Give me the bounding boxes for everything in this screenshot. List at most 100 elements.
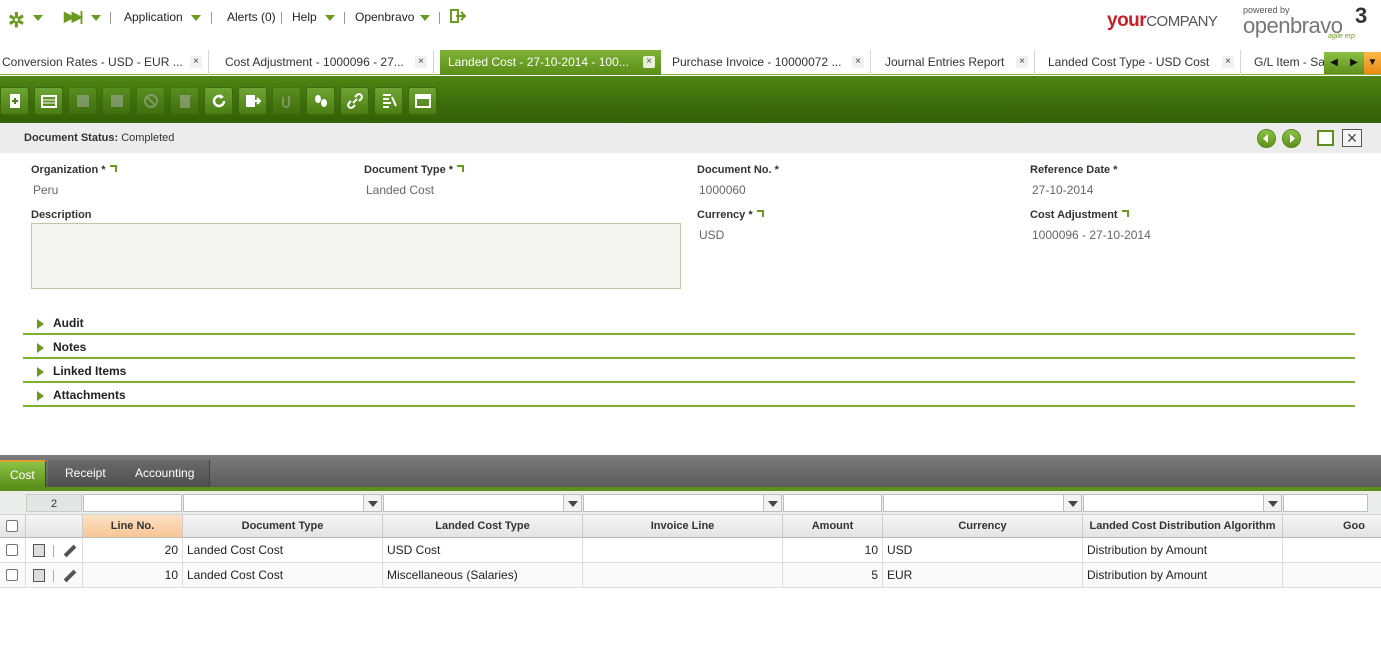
link-arrow-icon[interactable] bbox=[457, 165, 465, 172]
new-document-button[interactable] bbox=[0, 87, 29, 115]
tab-accounting[interactable]: Accounting bbox=[120, 460, 211, 487]
application-menu[interactable]: Application bbox=[124, 10, 183, 24]
organization-value: Peru bbox=[33, 183, 59, 197]
undo-button[interactable] bbox=[136, 87, 165, 115]
close-icon[interactable]: × bbox=[852, 56, 864, 68]
tab-cost[interactable]: Cost bbox=[0, 460, 46, 487]
attach-button[interactable] bbox=[272, 87, 301, 115]
section-notes[interactable]: Notes bbox=[23, 335, 1355, 359]
table-row[interactable]: 10 Landed Cost Cost Miscellaneous (Salar… bbox=[0, 563, 1381, 588]
tab-landed-cost[interactable]: Landed Cost - 27-10-2014 - 100... × bbox=[440, 50, 661, 75]
header-actions bbox=[25, 515, 83, 537]
expand-arrow-icon bbox=[37, 367, 44, 377]
tabs-menu-button[interactable]: ▼ bbox=[1364, 52, 1381, 74]
new-row-button[interactable] bbox=[34, 87, 63, 115]
column-header-invoice-line[interactable]: Invoice Line bbox=[583, 515, 783, 537]
tab-label: G/L Item - Sa bbox=[1254, 55, 1325, 69]
close-icon[interactable]: × bbox=[1222, 56, 1234, 68]
save-button[interactable] bbox=[68, 87, 97, 115]
tab-journal-entries-report[interactable]: Journal Entries Report × bbox=[881, 50, 1035, 75]
close-icon[interactable]: × bbox=[415, 56, 427, 68]
filter-goods[interactable] bbox=[1283, 494, 1368, 512]
column-header-landed-cost-type[interactable]: Landed Cost Type bbox=[383, 515, 583, 537]
grid-view-toggle-button[interactable] bbox=[408, 87, 437, 115]
save-close-button[interactable] bbox=[102, 87, 131, 115]
logout-icon[interactable] bbox=[450, 9, 467, 23]
filter-landed-cost-type[interactable] bbox=[383, 494, 582, 512]
quick-launch-dropdown-icon[interactable] bbox=[91, 15, 101, 21]
chevron-down-icon[interactable] bbox=[763, 495, 781, 511]
chevron-down-icon[interactable] bbox=[1263, 495, 1281, 511]
top-navigation-bar: ✲ ▶▶| Application Alerts (0) Help Openbr… bbox=[0, 0, 1381, 50]
delete-button[interactable] bbox=[170, 87, 199, 115]
tab-gl-item[interactable]: G/L Item - Sa bbox=[1250, 50, 1326, 75]
link-button[interactable] bbox=[340, 87, 369, 115]
description-field[interactable] bbox=[31, 223, 681, 289]
filter-algorithm[interactable] bbox=[1083, 494, 1282, 512]
tab-landed-cost-type[interactable]: Landed Cost Type - USD Cost × bbox=[1044, 50, 1241, 75]
select-all-checkbox[interactable] bbox=[6, 520, 18, 532]
column-header-currency[interactable]: Currency bbox=[883, 515, 1083, 537]
cost-adjustment-label: Cost Adjustment bbox=[1030, 209, 1129, 221]
filter-line-no[interactable] bbox=[83, 494, 182, 512]
next-record-button[interactable] bbox=[1282, 129, 1301, 148]
window-tabs-bar: Conversion Rates - USD - EUR ... × Cost … bbox=[0, 50, 1381, 75]
filter-amount[interactable] bbox=[783, 494, 882, 512]
close-icon[interactable]: × bbox=[190, 56, 202, 68]
section-attachments[interactable]: Attachments bbox=[23, 383, 1355, 407]
column-header-document-type[interactable]: Document Type bbox=[183, 515, 383, 537]
help-dropdown-icon[interactable] bbox=[325, 15, 335, 21]
close-icon[interactable]: × bbox=[643, 56, 655, 68]
row-checkbox[interactable] bbox=[6, 569, 18, 581]
user-dropdown-icon[interactable] bbox=[420, 15, 430, 21]
application-dropdown-icon[interactable] bbox=[191, 15, 201, 21]
cell-line-no: 20 bbox=[83, 538, 183, 562]
close-icon[interactable]: × bbox=[1342, 129, 1362, 147]
tab-label: Cost Adjustment - 1000096 - 27... bbox=[225, 55, 404, 69]
alerts-link[interactable]: Alerts (0) bbox=[227, 10, 276, 24]
filter-document-type[interactable] bbox=[183, 494, 382, 512]
divider bbox=[439, 12, 440, 24]
column-header-goods[interactable]: Goo bbox=[1283, 515, 1381, 537]
document-no-label: Document No. * bbox=[697, 164, 779, 176]
maximize-icon[interactable] bbox=[1317, 130, 1334, 146]
link-arrow-icon[interactable] bbox=[756, 210, 764, 217]
tabs-scroll-right-button[interactable]: ▶ bbox=[1344, 52, 1364, 74]
close-icon[interactable]: × bbox=[1016, 56, 1028, 68]
section-audit[interactable]: Audit bbox=[23, 311, 1355, 335]
chevron-down-icon[interactable] bbox=[363, 495, 381, 511]
company-logo: yourCOMPANY bbox=[1107, 10, 1218, 31]
tab-purchase-invoice[interactable]: Purchase Invoice - 10000072 ... × bbox=[668, 50, 871, 75]
audit-trail-button[interactable] bbox=[306, 87, 335, 115]
filter-invoice-line[interactable] bbox=[583, 494, 782, 512]
column-header-algorithm[interactable]: Landed Cost Distribution Algorithm bbox=[1083, 515, 1283, 537]
cell-actions bbox=[25, 538, 83, 562]
help-menu[interactable]: Help bbox=[292, 10, 317, 24]
link-arrow-icon[interactable] bbox=[1121, 210, 1129, 217]
expand-arrow-icon bbox=[37, 343, 44, 353]
chevron-down-icon[interactable] bbox=[563, 495, 581, 511]
tabs-scroll-left-button[interactable]: ◀ bbox=[1324, 52, 1344, 74]
filter-currency[interactable] bbox=[883, 494, 1082, 512]
tab-conversion-rates[interactable]: Conversion Rates - USD - EUR ... × bbox=[0, 50, 209, 75]
column-header-amount[interactable]: Amount bbox=[783, 515, 883, 537]
user-menu[interactable]: Openbravo bbox=[355, 10, 414, 24]
column-header-line-no[interactable]: Line No. bbox=[83, 515, 183, 537]
refresh-button[interactable] bbox=[204, 87, 233, 115]
workspace-icon[interactable]: ✲ bbox=[8, 8, 25, 33]
row-checkbox[interactable] bbox=[6, 544, 18, 556]
quick-launch-icon[interactable]: ▶▶| bbox=[64, 8, 84, 25]
previous-record-button[interactable] bbox=[1257, 129, 1276, 148]
document-status-bar: Document Status: Completed × bbox=[0, 123, 1381, 153]
chevron-down-icon[interactable] bbox=[1063, 495, 1081, 511]
cost-adjustment-value: 1000096 - 27-10-2014 bbox=[1032, 228, 1151, 242]
link-arrow-icon[interactable] bbox=[109, 165, 117, 172]
table-row[interactable]: 20 Landed Cost Cost USD Cost 10 USD Dist… bbox=[0, 538, 1381, 563]
tab-cost-adjustment[interactable]: Cost Adjustment - 1000096 - 27... × bbox=[221, 50, 434, 75]
tab-receipt[interactable]: Receipt bbox=[48, 460, 124, 487]
process-button[interactable] bbox=[374, 87, 403, 115]
workspace-dropdown-icon[interactable] bbox=[33, 15, 43, 21]
section-linked-items[interactable]: Linked Items bbox=[23, 359, 1355, 383]
openbravo-logo: powered by openbravo 3 agile erp bbox=[1243, 3, 1368, 40]
export-button[interactable] bbox=[238, 87, 267, 115]
